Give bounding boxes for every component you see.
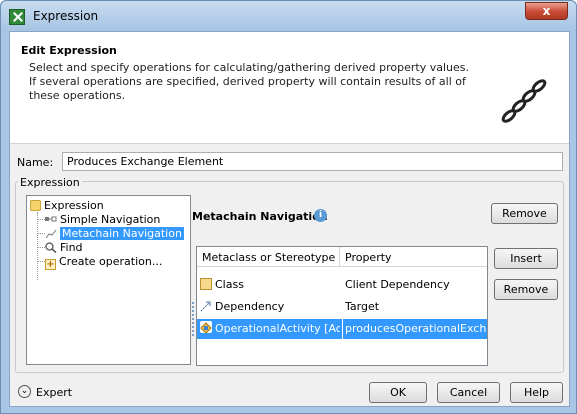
tree-item-create-operation[interactable]: + Create operation...: [45, 255, 163, 270]
table-row-selected[interactable]: OperationalActivity [Acti... producesOpe…: [197, 319, 487, 339]
dialog-body: Edit Expression Select and specify opera…: [9, 31, 570, 407]
name-label: Name:: [17, 156, 54, 169]
tree-item-label: Find: [60, 241, 83, 254]
splitter-handle[interactable]: [192, 302, 194, 336]
metaclass-text: Class: [215, 278, 244, 291]
plus-icon: +: [45, 259, 56, 270]
cancel-button[interactable]: Cancel: [437, 382, 500, 403]
expression-dialog: Expression x Edit Expression Select and …: [0, 0, 577, 414]
table-row[interactable]: Dependency Target: [197, 297, 487, 317]
title-bar[interactable]: Expression x: [1, 1, 576, 31]
metachain-icon: [45, 228, 57, 239]
property-cell: Target: [345, 300, 380, 313]
tree-connector: [37, 261, 45, 262]
find-icon: [45, 242, 57, 254]
tree-connector: [37, 219, 45, 220]
insert-button[interactable]: Insert: [494, 248, 558, 269]
tree-item-label: Create operation...: [59, 255, 163, 268]
info-icon[interactable]: i: [314, 209, 327, 222]
class-icon: [200, 278, 212, 290]
chain-icon: [501, 79, 547, 123]
tree-item-simple-navigation[interactable]: Simple Navigation: [45, 213, 160, 227]
property-cell: producesOperationalExchan...: [342, 319, 487, 339]
ok-button[interactable]: OK: [369, 382, 427, 403]
tree-item-expression[interactable]: Expression: [30, 199, 104, 213]
window-title: Expression: [33, 9, 99, 23]
tree-item-label: Expression: [44, 199, 104, 212]
app-icon: [9, 9, 25, 25]
header-description: Select and specify operations for calcul…: [29, 61, 469, 102]
metachain-table[interactable]: Metaclass or Stereotype Property Class C…: [196, 246, 488, 366]
metaclass-cell: Dependency: [200, 297, 338, 317]
tree-item-find[interactable]: Find: [45, 241, 83, 255]
remove-operation-button[interactable]: Remove: [491, 203, 558, 224]
expression-group-label: Expression: [18, 176, 82, 189]
expert-label[interactable]: Expert: [36, 386, 72, 399]
header-title: Edit Expression: [21, 44, 117, 57]
help-button[interactable]: Help: [510, 382, 563, 403]
name-input[interactable]: Produces Exchange Element: [62, 152, 563, 171]
column-header-metaclass[interactable]: Metaclass or Stereotype: [202, 251, 335, 264]
dependency-icon: [200, 299, 212, 312]
property-cell: Client Dependency: [345, 278, 450, 291]
panel-title: Metachain Navigation: [192, 210, 328, 223]
remove-row-button[interactable]: Remove: [494, 279, 558, 300]
column-header-property[interactable]: Property: [345, 251, 392, 264]
tree-connector: [37, 212, 38, 280]
tree-item-metachain-navigation[interactable]: Metachain Navigation: [45, 227, 184, 241]
metaclass-cell: Class: [200, 275, 338, 295]
tree-item-label: Simple Navigation: [60, 213, 161, 226]
folder-icon: [30, 200, 41, 211]
metaclass-text: OperationalActivity [Acti...: [215, 322, 340, 335]
table-header: Metaclass or Stereotype Property: [197, 247, 487, 267]
tree-connector: [37, 247, 45, 248]
expression-tree[interactable]: Expression Simple Navigation Metachain N…: [26, 195, 191, 365]
close-button[interactable]: x: [525, 2, 568, 20]
column-separator: [339, 247, 340, 267]
operational-activity-icon: [200, 321, 212, 334]
header-banner: Edit Expression Select and specify opera…: [10, 32, 569, 144]
table-row[interactable]: Class Client Dependency: [197, 275, 487, 295]
navigation-icon: [45, 214, 57, 225]
tree-connector: [37, 233, 45, 234]
metaclass-cell: OperationalActivity [Acti...: [200, 319, 340, 339]
tree-item-label: Metachain Navigation: [60, 227, 184, 240]
metaclass-text: Dependency: [215, 300, 285, 313]
expert-toggle-icon[interactable]: ⌄: [18, 385, 31, 398]
